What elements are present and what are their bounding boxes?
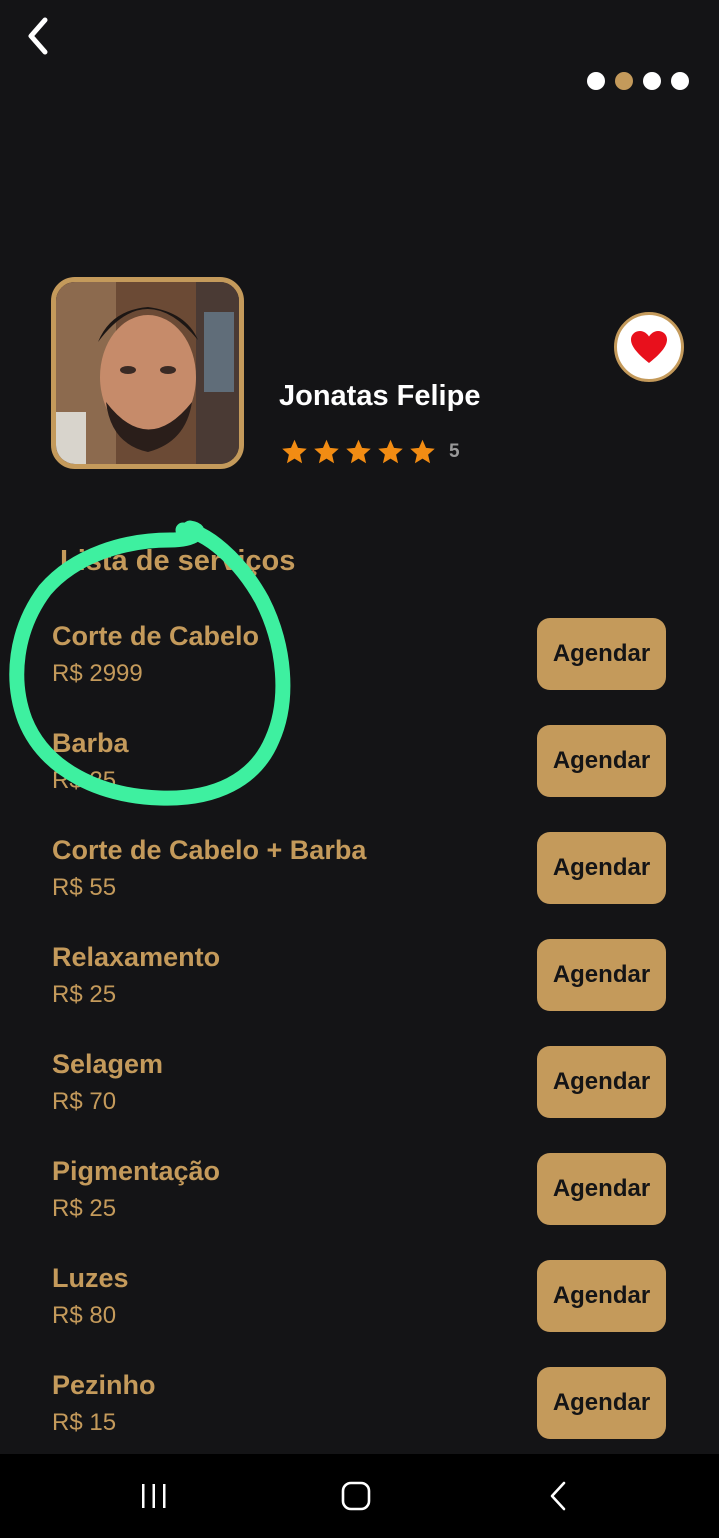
service-list: Corte de Cabelo R$ 2999 Agendar Barba R$… (0, 618, 719, 1474)
home-icon (341, 1481, 371, 1511)
profile-name: Jonatas Felipe (279, 380, 481, 412)
service-name: Corte de Cabelo (52, 621, 260, 651)
services-title: Lista de serviços (60, 545, 296, 577)
service-name: Relaxamento (52, 942, 221, 972)
schedule-button[interactable]: Agendar (537, 1367, 666, 1439)
schedule-button[interactable]: Agendar (537, 832, 666, 904)
schedule-button[interactable]: Agendar (537, 1153, 666, 1225)
service-name: Corte de Cabelo + Barba (52, 835, 367, 865)
system-back-button[interactable] (518, 1454, 598, 1538)
service-price: R$ 25 (52, 1195, 117, 1222)
star-icon (410, 439, 435, 464)
favorite-button[interactable] (614, 312, 684, 382)
schedule-button[interactable]: Agendar (537, 618, 666, 690)
rating: 5 (280, 438, 460, 466)
service-item: Barba R$ 25 Agendar (0, 725, 719, 832)
service-item: Relaxamento R$ 25 Agendar (0, 939, 719, 1046)
recent-apps-icon (142, 1484, 166, 1508)
service-item: Corte de Cabelo R$ 2999 Agendar (0, 618, 719, 725)
service-name: Pezinho (52, 1370, 156, 1400)
system-nav-bar (0, 1454, 719, 1538)
service-name: Barba (52, 728, 129, 758)
star-icon (378, 439, 403, 464)
page-dot (643, 72, 661, 90)
service-item: Luzes R$ 80 Agendar (0, 1260, 719, 1367)
service-item: Pigmentação R$ 25 Agendar (0, 1153, 719, 1260)
star-icon (314, 439, 339, 464)
schedule-button[interactable]: Agendar (537, 1260, 666, 1332)
back-button[interactable] (18, 14, 58, 58)
star-icon (282, 439, 307, 464)
service-price: R$ 70 (52, 1088, 117, 1115)
page-dot (587, 72, 605, 90)
schedule-button[interactable]: Agendar (537, 725, 666, 797)
chevron-left-icon (28, 17, 48, 55)
service-name: Pigmentação (52, 1156, 221, 1186)
service-item: Selagem R$ 70 Agendar (0, 1046, 719, 1153)
service-price: R$ 25 (52, 767, 117, 794)
star-rating (280, 438, 437, 466)
page-indicator (587, 72, 689, 90)
avatar (51, 277, 244, 469)
page-dot (671, 72, 689, 90)
heart-icon (631, 331, 667, 363)
recent-apps-button[interactable] (114, 1454, 194, 1538)
service-price: R$ 55 (52, 874, 117, 901)
star-icon (346, 439, 371, 464)
home-button[interactable] (316, 1454, 396, 1538)
service-price: R$ 25 (52, 981, 117, 1008)
schedule-button[interactable]: Agendar (537, 939, 666, 1011)
service-price: R$ 2999 (52, 660, 143, 687)
service-price: R$ 80 (52, 1302, 117, 1329)
service-item: Corte de Cabelo + Barba R$ 55 Agendar (0, 832, 719, 939)
service-name: Luzes (52, 1263, 129, 1293)
service-price: R$ 15 (52, 1409, 117, 1436)
back-icon (550, 1481, 566, 1511)
service-name: Selagem (52, 1049, 164, 1079)
schedule-button[interactable]: Agendar (537, 1046, 666, 1118)
rating-value: 5 (449, 441, 460, 462)
page-dot-active (615, 72, 633, 90)
